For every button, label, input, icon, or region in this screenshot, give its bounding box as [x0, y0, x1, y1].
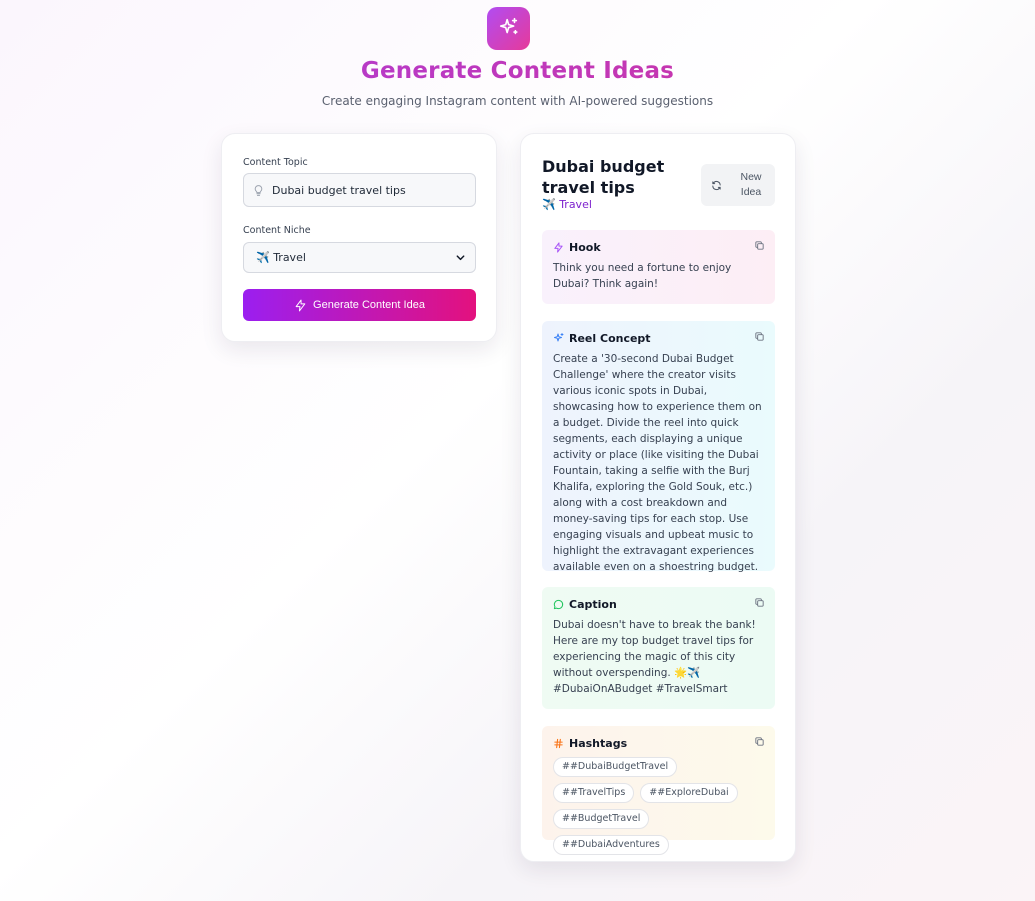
generate-content-button[interactable]: Generate Content Idea: [243, 289, 476, 321]
lightning-icon: [553, 241, 569, 253]
hashtag-chip[interactable]: ##DubaiBudgetTravel: [553, 757, 678, 777]
hash-icon: [553, 738, 569, 749]
app-logo: [487, 7, 530, 50]
copy-icon[interactable]: [754, 736, 765, 747]
copy-icon[interactable]: [754, 331, 765, 342]
reel-concept-section: Reel Concept Create a '30-second Dubai B…: [542, 321, 775, 573]
copy-icon[interactable]: [754, 597, 765, 608]
page-title: Generate Content Ideas: [0, 58, 1035, 84]
caption-text: Dubai doesn't have to break the bank! He…: [553, 619, 756, 695]
hook-section: Hook Think you need a fortune to enjoy D…: [542, 230, 775, 304]
hashtag-chip[interactable]: ##DubaiAdventures: [553, 835, 669, 855]
sparkles-icon: [553, 332, 569, 344]
topic-label: Content Topic: [243, 157, 308, 168]
content-form-card: Content Topic Dubai budget travel tips C…: [221, 133, 497, 342]
caption-section: Caption Dubai doesn't have to break the …: [542, 587, 775, 709]
new-idea-label: New Idea: [740, 171, 762, 198]
hashtags-title: Hashtags: [569, 736, 628, 750]
topic-input[interactable]: Dubai budget travel tips: [243, 173, 476, 207]
generate-button-label: Generate Content Idea: [313, 299, 425, 311]
lightning-icon: [294, 299, 307, 312]
hashtag-list: ##DubaiBudgetTravel ##TravelTips ##Explo…: [553, 757, 764, 855]
hook-title: Hook: [569, 240, 601, 254]
topic-input-value: Dubai budget travel tips: [272, 183, 406, 197]
idea-niche: ✈️ Travel: [542, 198, 592, 211]
copy-icon[interactable]: [754, 240, 765, 251]
hashtags-section: Hashtags ##DubaiBudgetTravel ##TravelTip…: [542, 726, 775, 855]
reel-concept-text: Create a '30-second Dubai Budget Challen…: [553, 353, 762, 573]
page-subtitle: Create engaging Instagram content with A…: [321, 94, 714, 108]
sparkles-icon: [498, 16, 520, 42]
hashtag-chip[interactable]: ##ExploreDubai: [640, 783, 738, 803]
idea-title: Dubai budget travel tips: [542, 157, 665, 197]
niche-selected-value: ✈️ Travel: [256, 251, 306, 264]
caption-title: Caption: [569, 597, 617, 611]
lightbulb-icon: [252, 184, 266, 197]
hashtag-chip[interactable]: ##BudgetTravel: [553, 809, 650, 829]
niche-select[interactable]: ✈️ Travel: [243, 242, 476, 273]
niche-label: Content Niche: [243, 225, 311, 236]
chevron-down-icon: [455, 252, 466, 263]
refresh-icon: [711, 180, 722, 191]
reel-concept-title: Reel Concept: [569, 331, 651, 345]
chat-bubble-icon: [553, 599, 569, 610]
hook-text: Think you need a fortune to enjoy Dubai?…: [553, 262, 732, 290]
new-idea-button[interactable]: New Idea: [701, 164, 775, 206]
content-idea-card: Dubai budget travel tips ✈️ Travel New I…: [520, 133, 796, 862]
hashtag-chip[interactable]: ##TravelTips: [553, 783, 635, 803]
